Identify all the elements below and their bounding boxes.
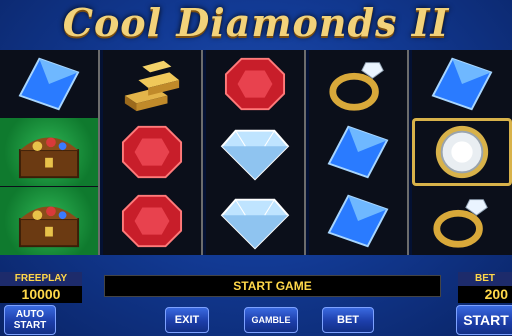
- blue-gem-icon: [327, 125, 389, 179]
- reel-5-row-1: [412, 50, 512, 118]
- reel-3: [206, 50, 306, 255]
- round-diamond-icon: [435, 125, 489, 179]
- reel-4-row-2: [309, 118, 407, 186]
- reel-area: [0, 50, 512, 255]
- reel-3-row-3: [206, 187, 304, 255]
- reel-4-row-3: [309, 187, 407, 255]
- reel-1-row-1: [0, 50, 98, 118]
- reel-3-row-1: [206, 50, 304, 118]
- blue-gem-icon: [327, 194, 389, 248]
- reel-2: [103, 50, 203, 255]
- freeplay-label: FREEPLAY: [0, 272, 82, 286]
- reel-1-row-3: [0, 187, 98, 255]
- bet-value: 200: [458, 286, 512, 303]
- gold-ring-icon: [433, 199, 488, 248]
- reel-4: [309, 50, 409, 255]
- treasure-chest-icon: [18, 137, 80, 179]
- gold-ring-icon: [329, 62, 384, 111]
- game-title: Cool Diamonds II: [62, 0, 450, 45]
- gamble-button[interactable]: GAMBLE: [244, 307, 298, 333]
- bet-label: BET: [458, 272, 512, 286]
- exit-button[interactable]: EXIT: [165, 307, 209, 333]
- reel-5: [412, 50, 512, 255]
- reel-5-row-2: [412, 118, 512, 186]
- treasure-chest-icon: [18, 206, 80, 248]
- reel-4-row-1: [309, 50, 407, 118]
- reel-1: [0, 50, 100, 255]
- ruby-icon: [121, 125, 183, 179]
- diamond-icon: [220, 129, 290, 181]
- blue-gem-icon: [431, 57, 493, 111]
- reel-3-row-2: [206, 118, 304, 186]
- ruby-icon: [224, 57, 286, 111]
- reel-2-row-2: [103, 118, 201, 186]
- bet-button[interactable]: BET: [322, 307, 374, 333]
- reel-2-row-1: [103, 50, 201, 118]
- diamond-icon: [220, 198, 290, 250]
- reel-5-row-3: [412, 187, 512, 255]
- ruby-icon: [121, 194, 183, 248]
- reel-2-row-3: [103, 187, 201, 255]
- auto-start-button[interactable]: AUTO START: [4, 305, 56, 335]
- freeplay-value: 10000: [0, 286, 82, 303]
- status-message: START GAME: [104, 275, 441, 297]
- blue-gem-icon: [18, 57, 80, 111]
- gold-bars-icon: [124, 60, 180, 112]
- start-button[interactable]: START: [456, 305, 512, 335]
- reel-1-row-2: [0, 118, 98, 186]
